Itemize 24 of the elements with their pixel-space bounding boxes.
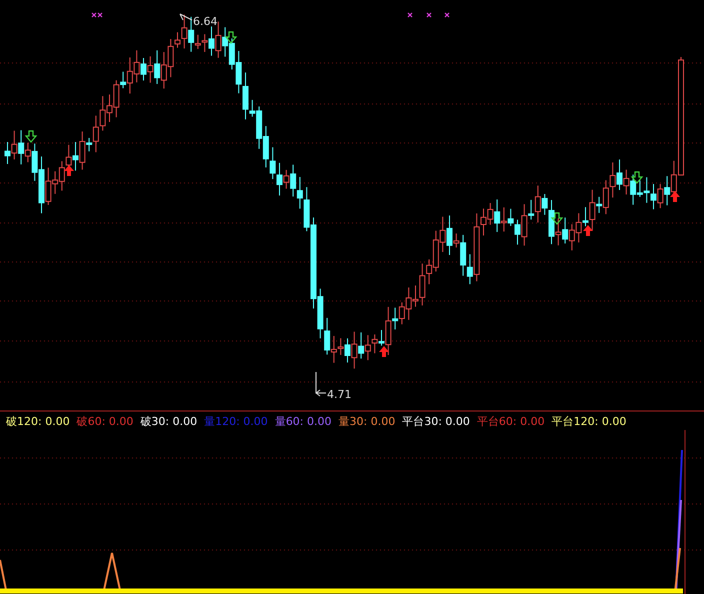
down-arrow-icon	[550, 212, 564, 225]
low-price-label: 4.71	[327, 388, 352, 401]
indicator-value: 量120: 0.00	[204, 414, 268, 428]
indicator-value: 破60: 0.00	[76, 414, 134, 428]
cross-mark-icon	[444, 12, 450, 18]
down-arrow-icon	[24, 130, 38, 143]
indicator-value: 平台120: 0.00	[552, 414, 626, 428]
indicator-value: 平台60: 0.00	[476, 414, 545, 428]
indicator-value: 破30: 0.00	[140, 414, 198, 428]
up-arrow-icon	[670, 191, 680, 202]
indicator-value: 破120: 0.00	[6, 414, 70, 428]
cross-mark-icon	[426, 12, 432, 18]
leader-line	[316, 372, 326, 396]
indicator-value: 量30: 0.00	[338, 414, 396, 428]
up-arrow-icon	[64, 165, 74, 176]
indicator-value: 量60: 0.00	[274, 414, 332, 428]
leader-line	[180, 14, 192, 20]
up-arrow-icon	[583, 225, 593, 236]
down-arrow-icon	[224, 31, 238, 44]
indicator-value: 平台30: 0.00	[402, 414, 470, 428]
cross-mark-icon	[407, 12, 413, 18]
down-arrow-icon	[630, 171, 644, 184]
high-price-label: 6.64	[193, 15, 218, 28]
up-arrow-icon	[379, 346, 389, 357]
